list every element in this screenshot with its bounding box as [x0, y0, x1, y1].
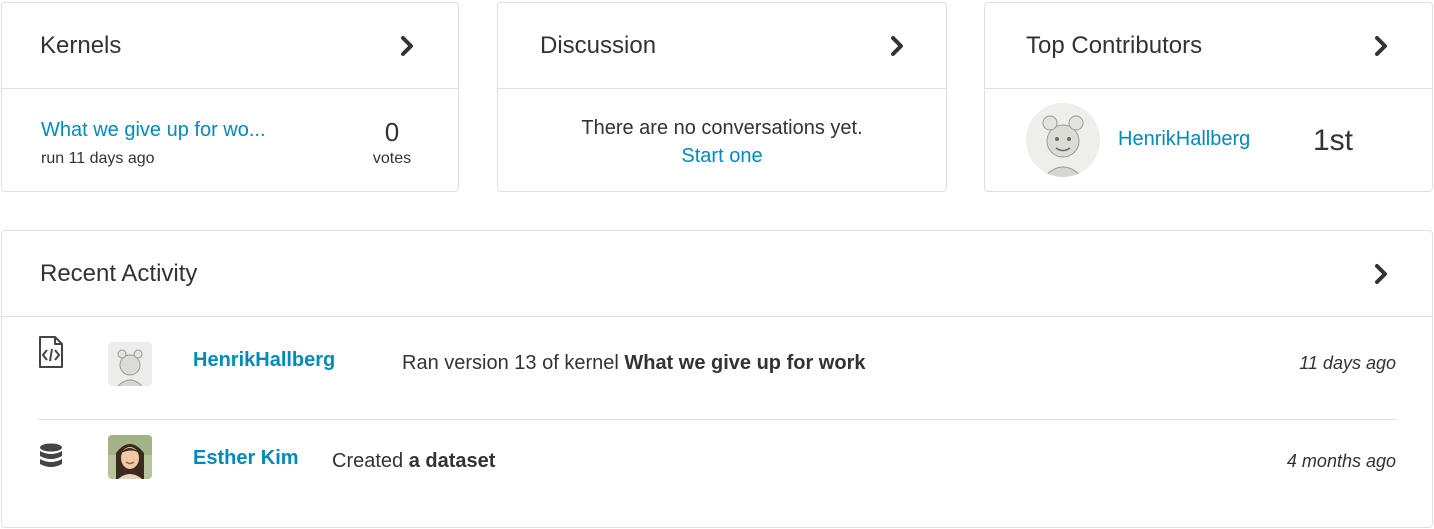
avatar[interactable]: [108, 435, 152, 479]
recent-activity-title: Recent Activity: [40, 259, 198, 287]
activity-target-link[interactable]: What we give up for work: [624, 352, 865, 374]
kernel-list-item: What we give up for wo... run 11 days ag…: [2, 89, 458, 191]
start-discussion-link[interactable]: Start one: [681, 145, 762, 168]
code-file-icon: [38, 335, 64, 369]
avatar[interactable]: [1026, 103, 1100, 177]
discussion-empty-state: There are no conversations yet. Start on…: [498, 89, 946, 191]
kernels-card-header[interactable]: Kernels: [2, 3, 458, 89]
contributor-row: HenrikHallberg 1st: [985, 89, 1432, 191]
kernel-votes-label: votes: [372, 150, 412, 167]
contributor-rank: 1st: [1313, 124, 1354, 157]
discussion-card: Discussion There are no conversations ye…: [497, 2, 947, 192]
activity-description: Ran version 13 of kernel What we give up…: [402, 352, 865, 375]
top-contributors-title: Top Contributors: [1026, 31, 1203, 59]
chevron-right-icon[interactable]: [1374, 35, 1388, 57]
activity-user-link[interactable]: Esther Kim: [193, 447, 299, 470]
discussion-empty-text: There are no conversations yet.: [581, 116, 863, 139]
contributor-name-link[interactable]: HenrikHallberg: [1118, 128, 1250, 151]
avatar[interactable]: [108, 342, 152, 386]
kernel-votes-count: 0: [384, 117, 400, 147]
activity-time: 11 days ago: [1299, 353, 1396, 373]
recent-activity-card: Recent Activity HenrikHallberg Ran versi…: [1, 230, 1433, 528]
discussion-title: Discussion: [540, 31, 657, 59]
recent-activity-card-header[interactable]: Recent Activity: [2, 231, 1432, 317]
kernels-card: Kernels What we give up for wo... run 11…: [1, 2, 459, 192]
activity-time: 4 months ago: [1286, 451, 1396, 471]
kernels-title: Kernels: [40, 31, 122, 59]
chevron-right-icon[interactable]: [890, 35, 904, 57]
chevron-right-icon[interactable]: [1374, 263, 1388, 285]
activity-description: Created a dataset: [332, 450, 495, 473]
database-icon: [38, 443, 64, 477]
top-contributors-card: Top Contributors HenrikHallberg 1st: [984, 2, 1433, 192]
activity-action: Ran version 13 of kernel: [402, 352, 625, 374]
discussion-card-header[interactable]: Discussion: [498, 3, 946, 89]
activity-user-link[interactable]: HenrikHallberg: [193, 349, 335, 372]
chevron-right-icon[interactable]: [400, 35, 414, 57]
activity-row: HenrikHallberg Ran version 13 of kernel …: [38, 328, 1396, 420]
activity-target-link[interactable]: a dataset: [409, 450, 496, 472]
top-contributors-card-header[interactable]: Top Contributors: [985, 3, 1432, 89]
kernel-run-time: run 11 days ago: [41, 150, 155, 167]
kernel-link[interactable]: What we give up for wo...: [41, 119, 341, 142]
activity-row: Esther Kim Created a dataset 4 months ag…: [38, 421, 1396, 513]
activity-action: Created: [332, 450, 409, 472]
